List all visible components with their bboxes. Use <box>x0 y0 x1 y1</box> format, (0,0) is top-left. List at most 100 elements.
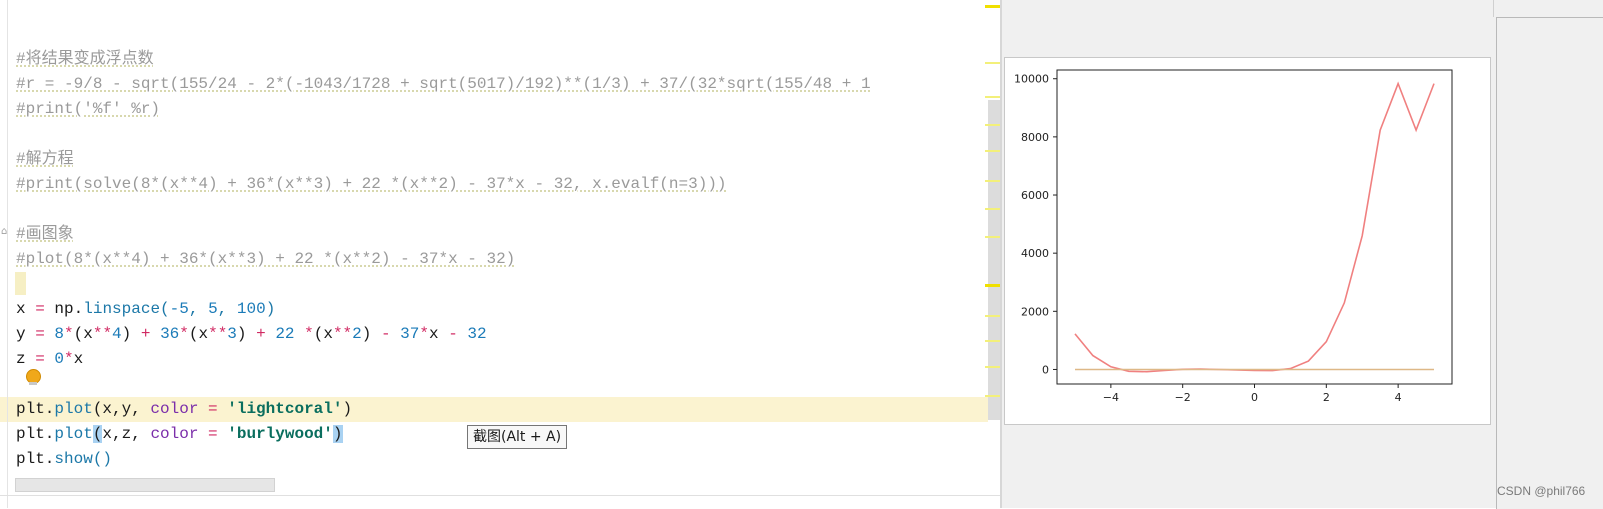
code-line[interactable]: y = 8*(x**4) + 36*(x**3) + 22 *(x**2) - … <box>16 322 871 347</box>
code-token: np. <box>44 300 84 318</box>
code-line[interactable]: #print(solve(8*(x**4) + 36*(x**3) + 22 *… <box>16 172 871 197</box>
code-token: ) <box>121 325 132 343</box>
fold-icon[interactable]: ⌂ <box>1 226 11 238</box>
code-line[interactable] <box>16 197 871 222</box>
code-token: (x <box>73 325 93 343</box>
code-token: (x,y, <box>92 400 151 418</box>
code-token: ) <box>361 325 372 343</box>
code-token: * <box>64 350 74 368</box>
editor-bottom-border <box>0 495 1000 496</box>
code-token: + <box>246 325 276 343</box>
code-token: ) <box>342 400 353 418</box>
code-line[interactable]: plt.show() <box>16 447 871 472</box>
code-token: #将结果变成浮点数 <box>16 50 154 68</box>
code-token: () <box>92 450 113 468</box>
code-token: - <box>438 325 468 343</box>
code-token: z <box>16 350 26 368</box>
code-token: 37 <box>400 325 420 343</box>
code-token: color <box>150 425 199 443</box>
code-line[interactable] <box>16 22 871 47</box>
y-tick-label: 4000 <box>1021 247 1049 260</box>
code-token: #print(solve(8*(x**4) + 36*(x**3) + 22 *… <box>16 175 727 193</box>
code-token: 4 <box>112 325 122 343</box>
code-line[interactable]: plt.plot(x,z, color = 'burlywood') <box>16 422 871 447</box>
code-token: * <box>64 325 74 343</box>
code-line[interactable]: x = np.linspace(-5, 5, 100) <box>16 297 871 322</box>
code-token: x,z, <box>102 425 151 443</box>
y-tick-label: 10000 <box>1014 73 1049 86</box>
panel-divider[interactable] <box>1000 0 1002 508</box>
code-token: * <box>419 325 429 343</box>
code-token: #解方程 <box>16 150 74 168</box>
code-token: linspace <box>83 300 161 318</box>
code-token: = <box>25 350 55 368</box>
code-token: plot <box>54 425 93 443</box>
code-token: * <box>179 325 189 343</box>
code-token: #print('%f' %r) <box>16 100 161 118</box>
code-line[interactable]: z = 0*x <box>16 347 871 372</box>
screenshot-tooltip: 截图(Alt + A) <box>467 425 568 449</box>
code-token: 5 <box>208 300 218 318</box>
code-token: (x <box>313 325 333 343</box>
code-token: = <box>25 325 55 343</box>
code-token: = <box>35 300 45 318</box>
code-token: x <box>428 325 439 343</box>
code-token: ) <box>332 425 343 443</box>
x-tick-label: −2 <box>1175 391 1191 404</box>
plot-canvas: −4 −2 0 2 4 0 2000 4000 6000 8000 10000 <box>1014 69 1453 404</box>
code-token: #r = -9/8 - sqrt(155/24 - 2*(-1043/1728 … <box>16 75 871 93</box>
code-line[interactable] <box>16 122 871 147</box>
code-token: , <box>188 300 209 318</box>
horizontal-scrollbar[interactable] <box>15 478 275 492</box>
code-editor[interactable]: ⌂ #将结果变成浮点数 #r = -9/8 - sqrt(155/24 - 2*(… <box>0 0 1000 508</box>
code-token: ( <box>160 300 170 318</box>
y-tick-label: 0 <box>1042 363 1049 376</box>
code-line[interactable]: #解方程 <box>16 147 871 172</box>
code-line[interactable]: #将结果变成浮点数 <box>16 47 871 72</box>
code-token: y <box>16 325 26 343</box>
code-token: plt. <box>16 450 55 468</box>
code-token: ) <box>236 325 247 343</box>
code-line[interactable]: #plot(8*(x**4) + 36*(x**3) + 22 *(x**2) … <box>16 247 871 272</box>
code-token: 0 <box>54 350 65 368</box>
code-line[interactable]: #画图象 <box>16 222 871 247</box>
code-token: 8 <box>54 325 65 343</box>
side-pane <box>1496 17 1603 509</box>
code-token: plot <box>54 400 93 418</box>
code-line[interactable]: plt.plot(x,y, color = 'lightcoral') <box>16 397 871 422</box>
pane-divider <box>1493 0 1494 17</box>
code-token: = <box>198 425 228 443</box>
code-token: 3 <box>227 325 237 343</box>
code-line[interactable]: #print('%f' %r) <box>16 97 871 122</box>
y-tick-label: 6000 <box>1021 189 1049 202</box>
code-token: #画图象 <box>16 225 74 243</box>
code-token: * <box>294 325 314 343</box>
x-tick-label: 2 <box>1323 391 1330 404</box>
code-token: 100 <box>236 300 266 318</box>
code-token: color <box>150 400 199 418</box>
code-line[interactable] <box>16 372 871 397</box>
code-token: ** <box>208 325 228 343</box>
code-area[interactable]: #将结果变成浮点数 #r = -9/8 - sqrt(155/24 - 2*(-1… <box>16 22 871 472</box>
x-tick-label: −4 <box>1103 391 1119 404</box>
y-tick-label: 8000 <box>1021 131 1049 144</box>
code-line[interactable]: #r = -9/8 - sqrt(155/24 - 2*(-1043/1728 … <box>16 72 871 97</box>
code-token: 22 <box>275 325 295 343</box>
code-token: plt. <box>16 425 55 443</box>
code-token: #plot(8*(x**4) + 36*(x**3) + 22 *(x**2) … <box>16 250 516 268</box>
code-token: plt. <box>16 400 55 418</box>
code-token: + <box>131 325 161 343</box>
code-token: , <box>217 300 237 318</box>
code-token: x <box>16 300 26 318</box>
code-token: 32 <box>467 325 487 343</box>
plot-axes-frame <box>1056 69 1453 385</box>
y-tick-label: 2000 <box>1021 305 1049 318</box>
code-token: ) <box>265 300 276 318</box>
code-token: show <box>54 450 93 468</box>
code-token: 'burlywood' <box>227 425 333 443</box>
x-tick-label: 4 <box>1395 391 1402 404</box>
code-line[interactable] <box>16 272 871 297</box>
x-tick-label: 0 <box>1251 391 1258 404</box>
gutter-line <box>7 0 8 508</box>
